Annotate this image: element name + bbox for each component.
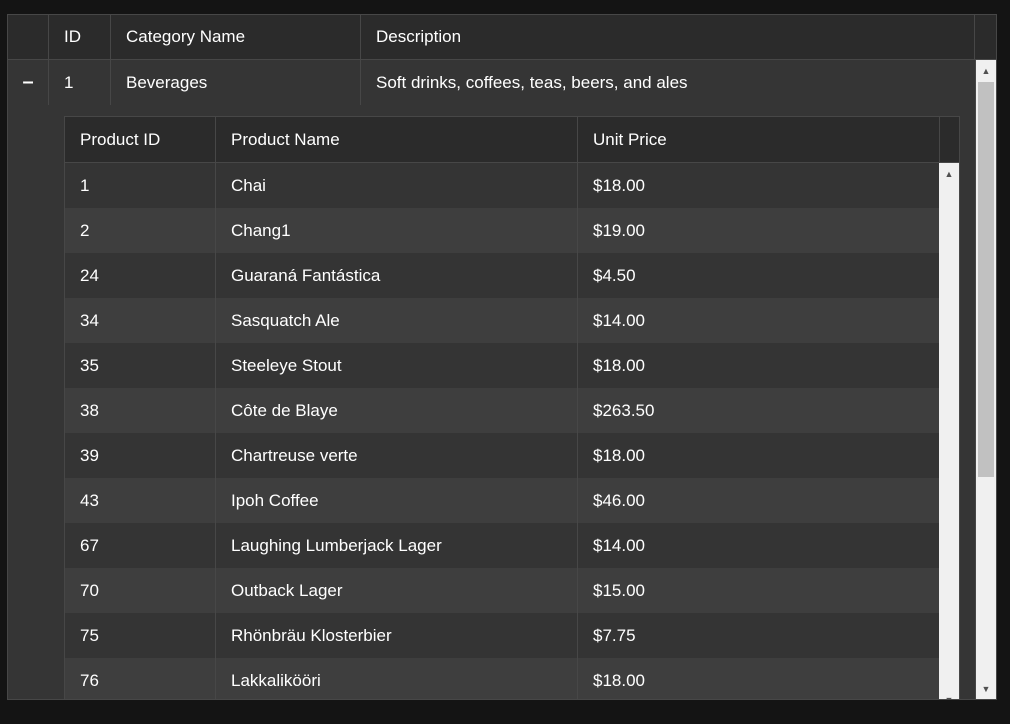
cell-product-name[interactable]: Chai	[216, 163, 578, 208]
collapse-row-button[interactable]: –	[8, 60, 49, 105]
cell-product-id[interactable]: 1	[65, 163, 216, 208]
cell-unit-price[interactable]: $46.00	[578, 478, 939, 523]
master-header-row: ID Category Name Description	[8, 15, 996, 60]
master-row[interactable]: – 1 Beverages Soft drinks, coffees, teas…	[8, 60, 974, 105]
cell-product-id[interactable]: 39	[65, 433, 216, 478]
master-scroll-thumb[interactable]	[978, 82, 994, 477]
cell-unit-price[interactable]: $263.50	[578, 388, 939, 433]
cell-product-id[interactable]: 34	[65, 298, 216, 343]
cell-product-id[interactable]: 70	[65, 568, 216, 613]
cell-unit-price[interactable]: $15.00	[578, 568, 939, 613]
table-row[interactable]: 2 Chang1 $19.00	[65, 208, 939, 253]
table-row[interactable]: 38 Côte de Blaye $263.50	[65, 388, 939, 433]
header-scroll-spacer	[975, 15, 996, 59]
table-row[interactable]: 35 Steeleye Stout $18.00	[65, 343, 939, 388]
detail-vertical-scrollbar[interactable]: ▲ ▼	[939, 163, 959, 699]
master-grid: ID Category Name Description – 1 Beverag…	[7, 14, 997, 700]
cell-product-id[interactable]: 43	[65, 478, 216, 523]
cell-product-name[interactable]: Laughing Lumberjack Lager	[216, 523, 578, 568]
cell-product-name[interactable]: Outback Lager	[216, 568, 578, 613]
table-row[interactable]: 67 Laughing Lumberjack Lager $14.00	[65, 523, 939, 568]
cell-product-name[interactable]: Lakkalikööri	[216, 658, 578, 699]
table-row[interactable]: 24 Guaraná Fantástica $4.50	[65, 253, 939, 298]
cell-unit-price[interactable]: $18.00	[578, 343, 939, 388]
scroll-up-arrow-icon[interactable]: ▲	[976, 65, 996, 77]
cell-product-id[interactable]: 35	[65, 343, 216, 388]
cell-product-name[interactable]: Chang1	[216, 208, 578, 253]
cell-product-id[interactable]: 67	[65, 523, 216, 568]
scroll-down-arrow-icon[interactable]: ▼	[939, 694, 959, 699]
cell-product-id[interactable]: 2	[65, 208, 216, 253]
cell-product-name[interactable]: Ipoh Coffee	[216, 478, 578, 523]
cell-product-id[interactable]: 76	[65, 658, 216, 699]
detail-grid: Product ID Product Name Unit Price 1 Chai…	[64, 116, 960, 699]
scroll-up-arrow-icon[interactable]: ▲	[939, 168, 959, 180]
cell-product-name[interactable]: Rhönbräu Klosterbier	[216, 613, 578, 658]
cell-product-name[interactable]: Sasquatch Ale	[216, 298, 578, 343]
cell-unit-price[interactable]: $18.00	[578, 163, 939, 208]
master-cell-category-name[interactable]: Beverages	[111, 60, 361, 105]
detail-header-row: Product ID Product Name Unit Price	[65, 117, 959, 163]
cell-product-name[interactable]: Steeleye Stout	[216, 343, 578, 388]
table-row[interactable]: 76 Lakkalikööri $18.00	[65, 658, 939, 699]
expander-column-header	[8, 15, 49, 59]
cell-unit-price[interactable]: $18.00	[578, 433, 939, 478]
column-header-id[interactable]: ID	[49, 15, 111, 59]
table-row[interactable]: 75 Rhönbräu Klosterbier $7.75	[65, 613, 939, 658]
cell-product-id[interactable]: 75	[65, 613, 216, 658]
cell-unit-price[interactable]: $14.00	[578, 298, 939, 343]
master-vertical-scrollbar[interactable]: ▲ ▼	[975, 60, 996, 699]
cell-product-id[interactable]: 38	[65, 388, 216, 433]
column-header-category-name[interactable]: Category Name	[111, 15, 361, 59]
cell-product-id[interactable]: 24	[65, 253, 216, 298]
cell-unit-price[interactable]: $4.50	[578, 253, 939, 298]
cell-unit-price[interactable]: $7.75	[578, 613, 939, 658]
cell-product-name[interactable]: Côte de Blaye	[216, 388, 578, 433]
table-row[interactable]: 39 Chartreuse verte $18.00	[65, 433, 939, 478]
column-header-product-name[interactable]: Product Name	[216, 117, 578, 162]
cell-unit-price[interactable]: $18.00	[578, 658, 939, 699]
table-row[interactable]: 1 Chai $18.00	[65, 163, 939, 208]
detail-body: 1 Chai $18.00 2 Chang1 $19.00 24 Guaraná Fantás…	[65, 163, 939, 699]
table-row[interactable]: 43 Ipoh Coffee $46.00	[65, 478, 939, 523]
cell-unit-price[interactable]: $19.00	[578, 208, 939, 253]
column-header-product-id[interactable]: Product ID	[65, 117, 216, 162]
master-cell-description[interactable]: Soft drinks, coffees, teas, beers, and a…	[361, 60, 974, 105]
master-cell-id[interactable]: 1	[49, 60, 111, 105]
scroll-down-arrow-icon[interactable]: ▼	[976, 683, 996, 695]
table-row[interactable]: 70 Outback Lager $15.00	[65, 568, 939, 613]
cell-product-name[interactable]: Chartreuse verte	[216, 433, 578, 478]
cell-unit-price[interactable]: $14.00	[578, 523, 939, 568]
table-row[interactable]: 34 Sasquatch Ale $14.00	[65, 298, 939, 343]
column-header-description[interactable]: Description	[361, 15, 975, 59]
column-header-unit-price[interactable]: Unit Price	[578, 117, 940, 162]
cell-product-name[interactable]: Guaraná Fantástica	[216, 253, 578, 298]
